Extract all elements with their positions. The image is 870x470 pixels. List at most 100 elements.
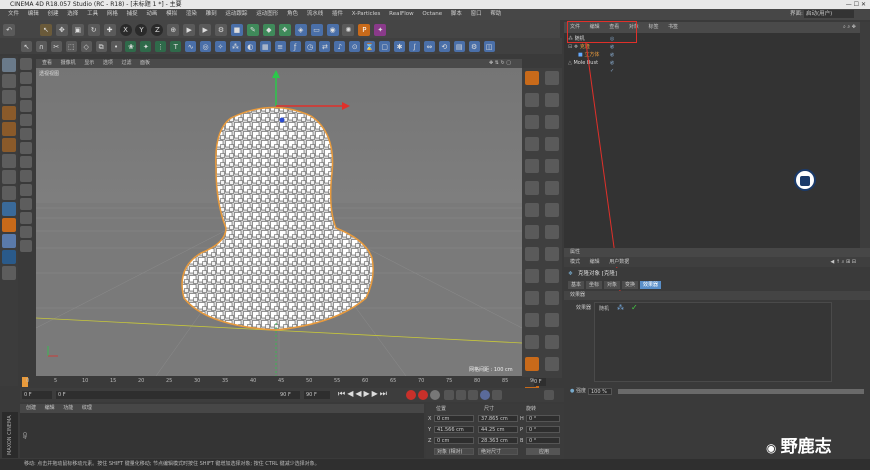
pla-key-icon[interactable]: [492, 390, 502, 400]
slide-icon[interactable]: [20, 86, 32, 98]
tool-j-icon[interactable]: [525, 181, 539, 195]
tab-transform[interactable]: 变换: [622, 281, 639, 289]
tool-n-icon[interactable]: [525, 225, 539, 239]
center-icon[interactable]: [20, 170, 32, 182]
rotation-key-icon[interactable]: [468, 390, 478, 400]
transfer-icon[interactable]: [20, 226, 32, 238]
rotation-p-field[interactable]: 0 °: [526, 426, 560, 433]
scale-icon[interactable]: ▣: [71, 24, 84, 36]
menu-window[interactable]: 窗口: [471, 9, 482, 20]
tool-q-icon[interactable]: [545, 247, 559, 261]
viewport-solo-icon[interactable]: [2, 186, 16, 200]
layout-dropdown[interactable]: 启动(用户): [804, 10, 854, 18]
model-mode-icon[interactable]: [2, 58, 16, 72]
menu-render[interactable]: 渲染: [186, 9, 197, 20]
obj-menu-tags[interactable]: 标签: [648, 24, 658, 30]
duplicate-icon[interactable]: [20, 198, 32, 210]
target-effector-icon[interactable]: ⊙: [349, 41, 361, 52]
size-z-field[interactable]: 28.363 cm: [478, 437, 518, 444]
keyframe-selection-icon[interactable]: [430, 390, 440, 400]
menu-xparticles[interactable]: X-Particles: [352, 9, 381, 20]
render-settings-icon[interactable]: ⚙: [215, 24, 228, 36]
cube-icon[interactable]: ■: [230, 24, 243, 36]
bake-icon[interactable]: ◫: [483, 41, 495, 52]
effector-icon[interactable]: ✧: [214, 41, 226, 52]
mograph-tool-icon[interactable]: ❀: [125, 41, 137, 52]
extrude-icon[interactable]: ⬚: [65, 41, 77, 52]
edges-mode-icon[interactable]: [2, 122, 16, 136]
tool-t-icon[interactable]: [525, 291, 539, 305]
attr-menu-mode[interactable]: 模式: [570, 259, 580, 265]
strength-toggle-icon[interactable]: ●: [570, 386, 574, 397]
text-tool-icon[interactable]: T: [170, 41, 182, 52]
tab-basic[interactable]: 基本: [568, 281, 585, 289]
end-frame-field[interactable]: 90 F: [280, 391, 300, 399]
time-effector-icon[interactable]: ⌛: [364, 41, 376, 52]
grid-icon[interactable]: [2, 266, 16, 280]
enabled-check-icon[interactable]: ✓: [631, 303, 638, 312]
menu-tools[interactable]: 工具: [87, 9, 98, 20]
tool-i-icon[interactable]: [545, 159, 559, 173]
undo-icon[interactable]: ↶: [3, 24, 15, 36]
magnet-brush-icon[interactable]: [20, 114, 32, 126]
light-tool-icon[interactable]: [525, 357, 539, 371]
strength-field[interactable]: 100 %: [588, 388, 612, 395]
tool-o-icon[interactable]: [545, 225, 559, 239]
tool-u-icon[interactable]: [545, 291, 559, 305]
rotation-b-field[interactable]: 0 °: [526, 437, 560, 444]
rotation-h-field[interactable]: 0 °: [526, 415, 560, 422]
mirror-icon[interactable]: [20, 128, 32, 140]
menu-pipeline[interactable]: 流水线: [307, 9, 324, 20]
tool-c-icon[interactable]: [545, 93, 559, 107]
menu-snap[interactable]: 捕捉: [127, 9, 138, 20]
transport-controls[interactable]: ⏮◀◀▶▶⏭: [338, 389, 389, 399]
rotate-icon[interactable]: ↻: [87, 24, 100, 36]
menu-character[interactable]: 角色: [287, 9, 298, 20]
move-icon[interactable]: ✥: [55, 24, 68, 36]
align-icon[interactable]: [20, 142, 32, 154]
pen-icon[interactable]: ✎: [246, 24, 259, 36]
smooth-icon[interactable]: [20, 72, 32, 84]
position-z-field[interactable]: 0 cm: [434, 437, 474, 444]
menu-mesh[interactable]: 网格: [107, 9, 118, 20]
autokey-icon[interactable]: [418, 390, 428, 400]
size-y-field[interactable]: 44.25 cm: [478, 426, 518, 433]
size-mode-dropdown[interactable]: 绝对尺寸: [478, 448, 518, 455]
menu-create[interactable]: 创建: [48, 9, 59, 20]
tool-h-icon[interactable]: [525, 159, 539, 173]
recent-tool-icon[interactable]: ✚: [103, 24, 116, 36]
group-effector-icon[interactable]: ▤: [453, 41, 465, 52]
texture-mode-icon[interactable]: [2, 74, 16, 88]
cloner-icon[interactable]: ❖: [278, 24, 291, 36]
push-apart-effector-icon[interactable]: ⇔: [423, 41, 435, 52]
viewport-menu-options[interactable]: 选项: [103, 60, 113, 66]
iron-icon[interactable]: [20, 100, 32, 112]
random-effector-icon[interactable]: ⁂: [229, 41, 241, 52]
menu-sculpt[interactable]: 雕刻: [206, 9, 217, 20]
plugin-icon[interactable]: ✦: [374, 24, 387, 36]
start-frame-field[interactable]: 0 F: [56, 391, 300, 399]
knife-icon[interactable]: ✂: [50, 41, 62, 52]
position-key-icon[interactable]: [444, 390, 454, 400]
viewport-menu-view[interactable]: 查看: [42, 60, 52, 66]
menu-mograph[interactable]: 运动图形: [256, 9, 278, 20]
menu-file[interactable]: 文件: [8, 9, 19, 20]
obj-search-icons[interactable]: ⌕ ⌕ ✥: [843, 22, 856, 33]
tool-r-icon[interactable]: [525, 269, 539, 283]
delay-effector-icon[interactable]: ◷: [304, 41, 316, 52]
viewport-menu-cameras[interactable]: 摄像机: [61, 60, 76, 66]
obj-menu-bookmarks[interactable]: 书签: [668, 24, 678, 30]
menu-simulate[interactable]: 模拟: [166, 9, 177, 20]
current-frame-field[interactable]: 0 F: [22, 391, 52, 399]
axis-z-icon[interactable]: Z: [151, 24, 164, 36]
max-frame-field[interactable]: 90 F: [304, 391, 330, 399]
menu-edit[interactable]: 编辑: [28, 9, 39, 20]
object-manager-side-tabs[interactable]: [860, 22, 870, 248]
tool-g-icon[interactable]: [545, 137, 559, 151]
timeline-menu-icon[interactable]: [544, 390, 554, 400]
step-effector-icon[interactable]: ≡: [274, 41, 286, 52]
menu-motion-tracking[interactable]: 运动跟踪: [225, 9, 247, 20]
menu-realflow[interactable]: RealFlow: [389, 9, 413, 20]
bevel-icon[interactable]: ◇: [80, 41, 92, 52]
python-effector-icon[interactable]: ✱: [394, 41, 406, 52]
